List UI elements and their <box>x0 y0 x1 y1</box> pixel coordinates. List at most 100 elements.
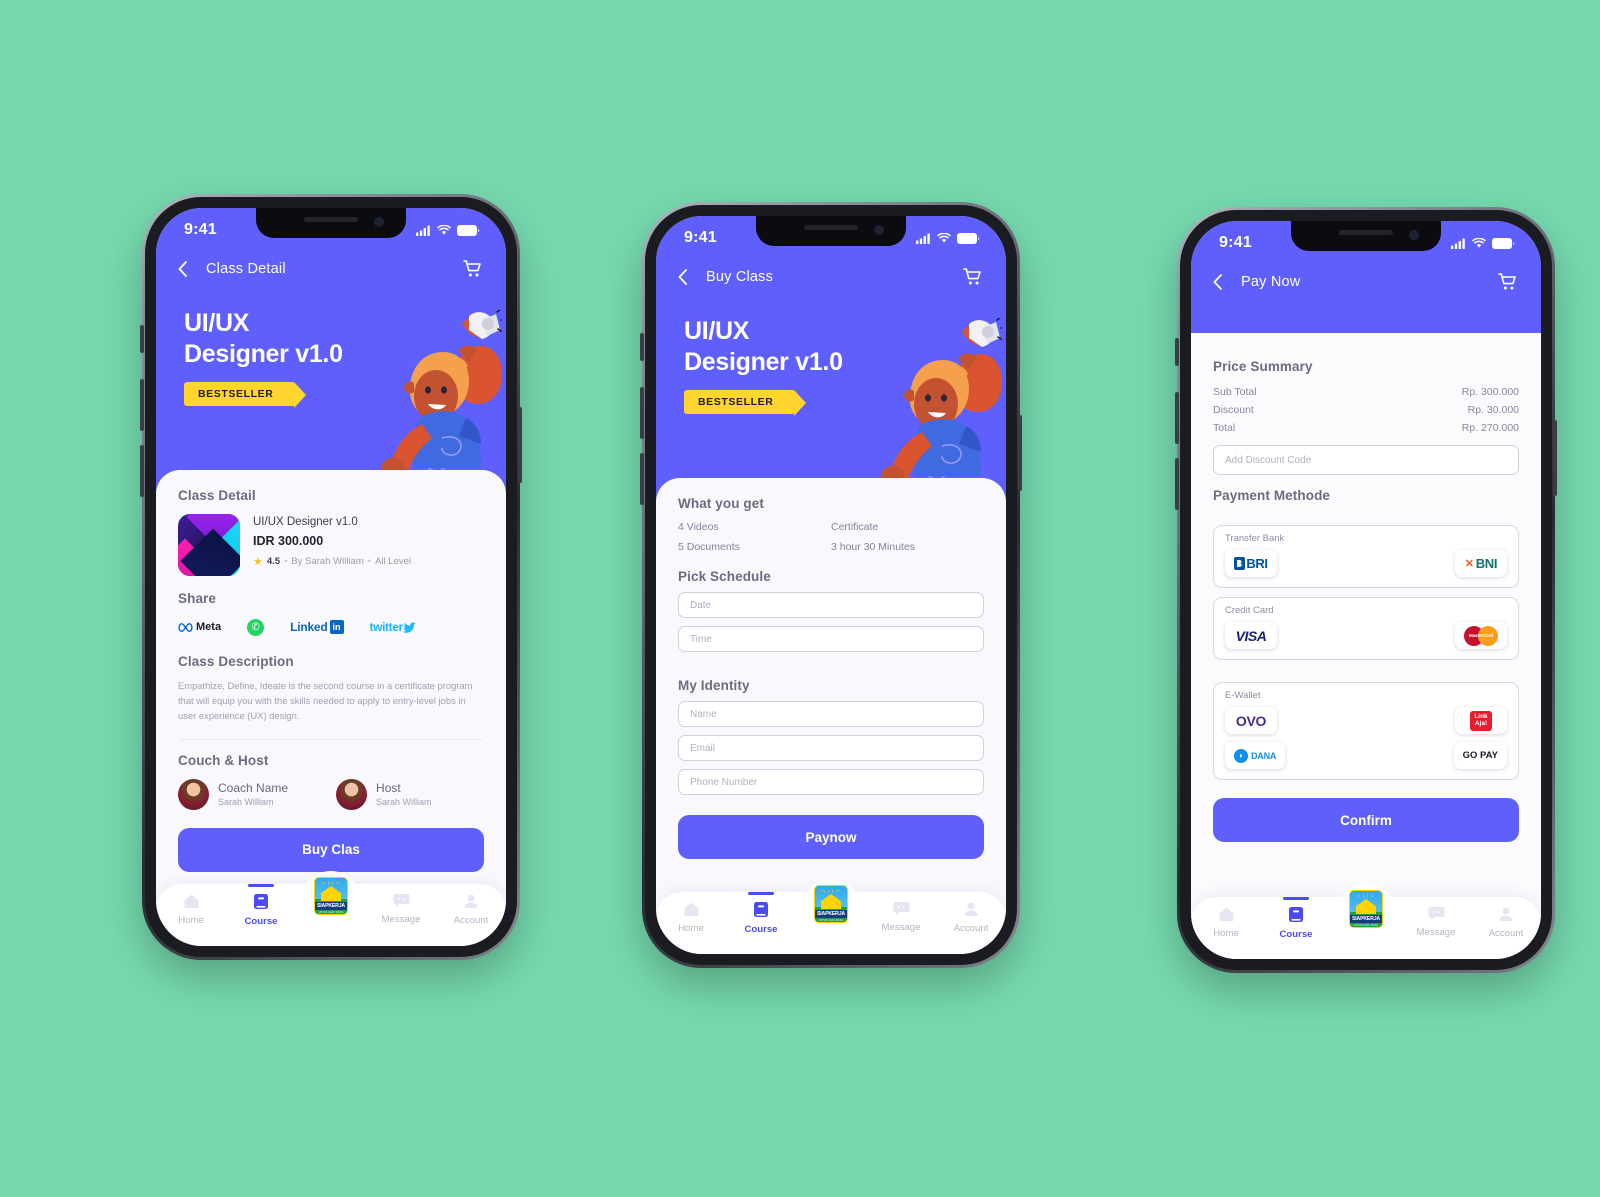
dana-label: DANA <box>1251 750 1277 761</box>
section-title-my-identity: My Identity <box>678 678 750 693</box>
bri-option[interactable]: BRI <box>1225 550 1277 577</box>
date-input[interactable] <box>678 592 984 618</box>
nav-bar: Class Detail <box>156 252 506 278</box>
tab-account[interactable]: Account <box>1471 906 1541 939</box>
power-button[interactable] <box>1018 415 1022 491</box>
phone-input[interactable] <box>678 769 984 795</box>
dana-option[interactable]: ◗ DANA <box>1225 742 1286 769</box>
tab-course[interactable]: Course <box>726 892 796 935</box>
linkedin-share-icon[interactable]: Linked in <box>290 620 344 634</box>
tab-course[interactable]: Course <box>226 884 296 927</box>
name-input[interactable] <box>678 701 984 727</box>
phone-pay-now: 9:41 Pay Now Price Summary Sub Total Rp.… <box>1175 207 1557 973</box>
logo-tagline: UNTUK ANAK MUDA <box>1350 923 1382 927</box>
siapkerja-logo: \\ | | // SIAPKERJA UNTUK ANAK MUDA <box>814 885 848 923</box>
logo-name: SIAPKERJA <box>815 910 847 918</box>
volume-down-button[interactable] <box>140 445 144 497</box>
battery-icon <box>1492 237 1515 249</box>
logo-name: SIAPKERJA <box>315 902 347 910</box>
twitter-share-icon[interactable]: twitter <box>370 620 416 634</box>
visa-option[interactable]: VISA <box>1225 622 1277 649</box>
host-name: Sarah William <box>376 797 432 808</box>
power-button[interactable] <box>1553 420 1557 496</box>
tab-message[interactable]: Message <box>1401 906 1471 938</box>
dana-mark-icon: ◗ <box>1234 748 1248 763</box>
mastercard-option[interactable]: MasterCard <box>1455 622 1507 649</box>
buy-class-button[interactable]: Buy Clas <box>178 827 484 872</box>
bottom-tab-bar: Home Course \\ | | // SIAPKERJA UNTUK AN… <box>656 879 1006 954</box>
screen-pay-now: 9:41 Pay Now Price Summary Sub Total Rp.… <box>1191 221 1541 959</box>
course-name: UI/UX Designer v1.0 <box>253 516 358 528</box>
discount-code-input[interactable] <box>1213 445 1519 475</box>
tab-message[interactable]: Message <box>866 901 936 933</box>
email-input[interactable] <box>678 735 984 761</box>
tab-siapkerja[interactable]: \\ | | // SIAPKERJA UNTUK ANAK MUDA <box>296 871 366 915</box>
back-button[interactable] <box>678 269 700 285</box>
avatar <box>178 778 209 810</box>
hero-title-line1: UI/UX <box>184 309 250 337</box>
tab-account[interactable]: Account <box>436 893 506 926</box>
paynow-button[interactable]: Paynow <box>678 815 984 859</box>
tab-home[interactable]: Home <box>156 893 226 926</box>
meta-share-icon[interactable]: Meta <box>178 621 221 633</box>
what-you-get-grid: 4 Videos Certificate 5 Documents 3 hour … <box>678 521 984 553</box>
ovo-option[interactable]: OVO <box>1225 707 1277 734</box>
hero-text: UI/UX Designer v1.0 BESTSELLER <box>656 286 1006 416</box>
tab-label-course: Course <box>744 924 778 935</box>
tab-home[interactable]: Home <box>1191 906 1261 939</box>
volume-up-button[interactable] <box>140 379 144 431</box>
wifi-icon <box>937 232 951 244</box>
tab-siapkerja[interactable]: \\ | | // SIAPKERJA UNTUK ANAK MUDA <box>1331 884 1401 928</box>
silence-switch[interactable] <box>1175 338 1179 366</box>
coach-name: Sarah William <box>218 797 274 808</box>
bestseller-badge: BESTSELLER <box>184 382 307 408</box>
notch <box>756 216 906 246</box>
silence-switch[interactable] <box>640 333 644 361</box>
logo-tagline: UNTUK ANAK MUDA <box>815 918 847 922</box>
notch <box>1291 221 1441 251</box>
earpiece-speaker <box>304 217 358 222</box>
wyg-item-duration: 3 hour 30 Minutes <box>831 541 916 553</box>
tab-siapkerja[interactable]: \\ | | // SIAPKERJA UNTUK ANAK MUDA <box>796 879 866 923</box>
cart-icon[interactable] <box>463 260 482 278</box>
siapkerja-logo: \\ | | // SIAPKERJA UNTUK ANAK MUDA <box>1349 890 1383 928</box>
status-time: 9:41 <box>1219 234 1252 251</box>
power-button[interactable] <box>518 407 522 483</box>
confirm-button[interactable]: Confirm <box>1213 798 1519 842</box>
twitter-label: twitter <box>369 620 404 634</box>
time-input[interactable] <box>678 626 984 652</box>
volume-up-button[interactable] <box>1175 392 1179 444</box>
message-icon <box>893 901 910 916</box>
tab-course[interactable]: Course <box>1261 897 1331 940</box>
volume-up-button[interactable] <box>640 387 644 439</box>
screen-class-detail: 9:41 Class Detail UI/UX Designer v1.0 BE… <box>156 208 506 946</box>
tab-label-home: Home <box>178 915 204 926</box>
cart-icon[interactable] <box>963 268 982 286</box>
tab-home[interactable]: Home <box>656 901 726 934</box>
page-title: Buy Class <box>706 269 774 285</box>
tab-label-home: Home <box>678 923 704 934</box>
tab-label-account: Account <box>453 915 489 926</box>
back-button[interactable] <box>178 261 200 277</box>
tab-message[interactable]: Message <box>366 893 436 925</box>
logo-name: SIAPKERJA <box>1350 915 1382 923</box>
cart-icon[interactable] <box>1498 273 1517 291</box>
logo-rays: \\ | | // <box>821 888 841 893</box>
person-icon <box>963 901 979 917</box>
whatsapp-share-icon[interactable]: ✆ <box>247 618 265 636</box>
back-button[interactable] <box>1213 274 1235 290</box>
price-row-total: Total Rp. 270.000 <box>1213 419 1519 437</box>
meta-separator: • <box>284 556 288 567</box>
volume-down-button[interactable] <box>1175 458 1179 510</box>
course-summary-row: UI/UX Designer v1.0 IDR 300.000 ★ 4.5 • … <box>178 514 484 576</box>
volume-down-button[interactable] <box>640 453 644 505</box>
tab-account[interactable]: Account <box>936 901 1006 934</box>
coach-entry: Coach Name Sarah William <box>178 778 288 810</box>
linkaja-option[interactable]: Link Aja! <box>1455 707 1507 734</box>
bni-option[interactable]: ✕ BNI <box>1455 550 1507 577</box>
gopay-option[interactable]: GO PAY <box>1453 742 1507 769</box>
wyg-item-certificate: Certificate <box>831 521 879 533</box>
book-icon <box>253 893 269 910</box>
silence-switch[interactable] <box>140 325 144 353</box>
phone-class-detail: 9:41 Class Detail UI/UX Designer v1.0 BE… <box>140 194 522 960</box>
